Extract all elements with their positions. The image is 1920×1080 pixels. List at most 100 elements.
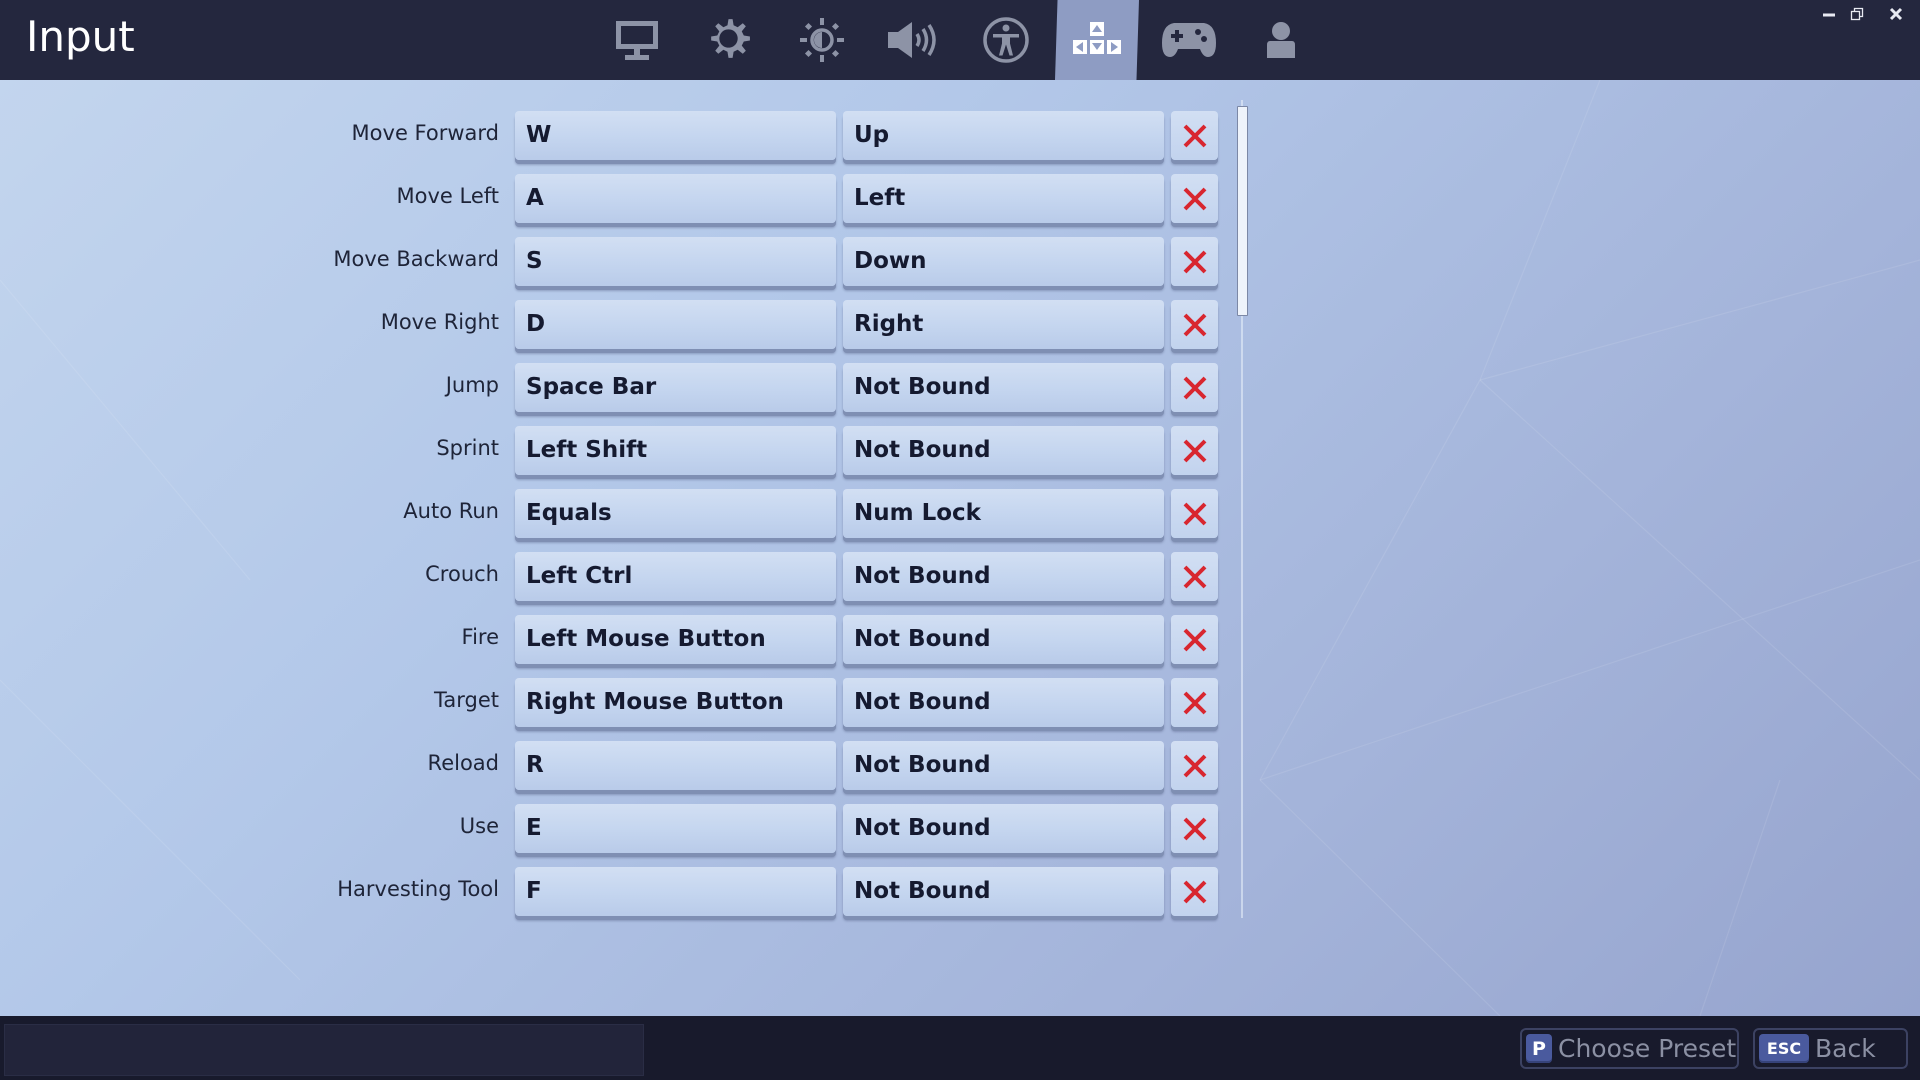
clear-binding-button[interactable] [1171, 237, 1218, 286]
clear-binding-button[interactable] [1171, 426, 1218, 475]
primary-binding-field[interactable]: F [515, 867, 836, 916]
action-label: Use [459, 814, 499, 838]
clear-binding-button[interactable] [1171, 867, 1218, 916]
close-x-icon [1183, 376, 1206, 399]
secondary-binding-field[interactable]: Not Bound [843, 615, 1164, 664]
close-x-icon [1183, 313, 1206, 336]
user-icon [1267, 22, 1295, 58]
binding-row: Auto Run Equals Num Lock [0, 489, 1230, 539]
binding-row: Move Left A Left [0, 174, 1230, 224]
gamepad-icon [1162, 23, 1216, 57]
clear-binding-button[interactable] [1171, 741, 1218, 790]
binding-row: Reload R Not Bound [0, 741, 1230, 791]
tab-audio[interactable] [871, 0, 955, 80]
action-label: Jump [445, 373, 499, 397]
key-p-badge: P [1526, 1034, 1552, 1063]
tab-controller[interactable] [1147, 0, 1231, 80]
tab-game-settings[interactable] [688, 0, 772, 80]
action-label: Move Right [380, 310, 499, 334]
tab-account[interactable] [1239, 0, 1323, 80]
scrollbar-thumb[interactable] [1237, 106, 1248, 316]
primary-binding-field[interactable]: R [515, 741, 836, 790]
monitor-icon [616, 21, 658, 60]
tab-brightness[interactable] [780, 0, 864, 80]
binding-row: Use E Not Bound [0, 804, 1230, 854]
primary-binding-field[interactable]: E [515, 804, 836, 853]
primary-binding-field[interactable]: Space Bar [515, 363, 836, 412]
action-label: Harvesting Tool [337, 877, 499, 901]
clear-binding-button[interactable] [1171, 615, 1218, 664]
binding-row: Jump Space Bar Not Bound [0, 363, 1230, 413]
secondary-binding-field[interactable]: Not Bound [843, 678, 1164, 727]
secondary-binding-field[interactable]: Not Bound [843, 867, 1164, 916]
close-icon [1889, 7, 1903, 21]
clear-binding-button[interactable] [1171, 678, 1218, 727]
primary-binding-field[interactable]: D [515, 300, 836, 349]
secondary-binding-field[interactable]: Left [843, 174, 1164, 223]
close-x-icon [1183, 817, 1206, 840]
key-esc-badge: ESC [1759, 1034, 1809, 1063]
close-x-icon [1183, 565, 1206, 588]
choose-preset-label: Choose Preset [1558, 1034, 1737, 1063]
minimize-button[interactable] [1818, 4, 1840, 24]
brightness-icon [800, 18, 844, 62]
close-window-button[interactable] [1885, 4, 1907, 24]
tab-video[interactable] [595, 0, 679, 80]
secondary-binding-field[interactable]: Not Bound [843, 741, 1164, 790]
restore-button[interactable] [1846, 4, 1868, 24]
action-label: Target [434, 688, 499, 712]
secondary-binding-field[interactable]: Not Bound [843, 552, 1164, 601]
back-button[interactable]: ESC Back [1753, 1028, 1908, 1069]
top-bar: Input [0, 0, 1920, 80]
gear-icon [711, 19, 750, 58]
close-x-icon [1183, 439, 1206, 462]
close-x-icon [1183, 691, 1206, 714]
primary-binding-field[interactable]: W [515, 111, 836, 160]
binding-row: Sprint Left Shift Not Bound [0, 426, 1230, 476]
clear-binding-button[interactable] [1171, 489, 1218, 538]
primary-binding-field[interactable]: Equals [515, 489, 836, 538]
choose-preset-button[interactable]: P Choose Preset [1520, 1028, 1739, 1069]
primary-binding-field[interactable]: Left Ctrl [515, 552, 836, 601]
speaker-icon [888, 22, 936, 58]
clear-binding-button[interactable] [1171, 300, 1218, 349]
clear-binding-button[interactable] [1171, 174, 1218, 223]
secondary-binding-field[interactable]: Up [843, 111, 1164, 160]
clear-binding-button[interactable] [1171, 552, 1218, 601]
close-x-icon [1183, 124, 1206, 147]
primary-binding-field[interactable]: Left Shift [515, 426, 836, 475]
primary-binding-field[interactable]: S [515, 237, 836, 286]
primary-binding-field[interactable]: A [515, 174, 836, 223]
status-panel [4, 1024, 644, 1076]
secondary-binding-field[interactable]: Not Bound [843, 363, 1164, 412]
restore-icon [1850, 7, 1864, 21]
secondary-binding-field[interactable]: Not Bound [843, 426, 1164, 475]
clear-binding-button[interactable] [1171, 804, 1218, 853]
binding-row: Target Right Mouse Button Not Bound [0, 678, 1230, 728]
clear-binding-button[interactable] [1171, 363, 1218, 412]
clear-binding-button[interactable] [1171, 111, 1218, 160]
primary-binding-field[interactable]: Left Mouse Button [515, 615, 836, 664]
action-label: Move Backward [333, 247, 499, 271]
secondary-binding-field[interactable]: Num Lock [843, 489, 1164, 538]
action-label: Reload [427, 751, 499, 775]
binding-row: Crouch Left Ctrl Not Bound [0, 552, 1230, 602]
page-title: Input [26, 12, 135, 61]
minimize-icon [1823, 13, 1835, 17]
secondary-binding-field[interactable]: Right [843, 300, 1164, 349]
bottom-bar: P Choose Preset ESC Back [0, 1016, 1920, 1080]
action-label: Crouch [425, 562, 499, 586]
binding-row: Harvesting Tool F Not Bound [0, 867, 1230, 917]
accessibility-icon [983, 17, 1029, 63]
action-label: Move Forward [351, 121, 499, 145]
close-x-icon [1183, 880, 1206, 903]
binding-row: Move Right D Right [0, 300, 1230, 350]
tab-accessibility[interactable] [964, 0, 1048, 80]
primary-binding-field[interactable]: Right Mouse Button [515, 678, 836, 727]
close-x-icon [1183, 628, 1206, 651]
secondary-binding-field[interactable]: Not Bound [843, 804, 1164, 853]
binding-row: Fire Left Mouse Button Not Bound [0, 615, 1230, 665]
action-label: Auto Run [403, 499, 499, 523]
tab-input[interactable] [1055, 0, 1139, 80]
secondary-binding-field[interactable]: Down [843, 237, 1164, 286]
